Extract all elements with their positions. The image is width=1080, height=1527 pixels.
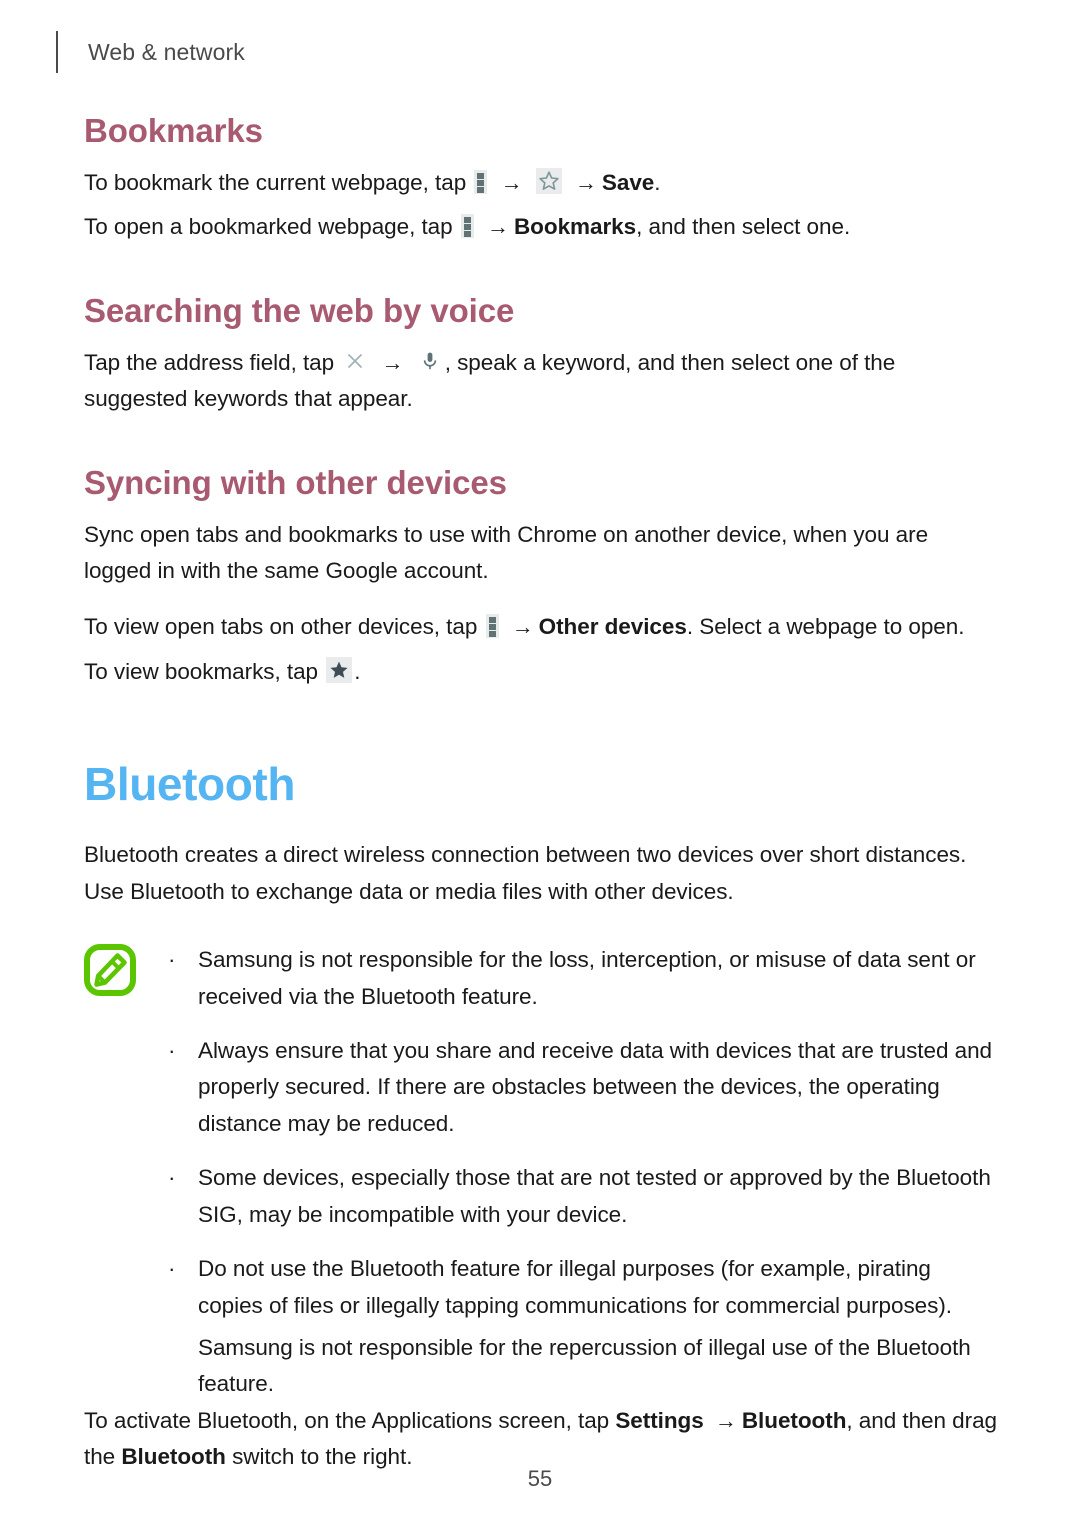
more-options-icon	[474, 169, 488, 194]
list-item-text: Samsung is not responsible for the loss,…	[198, 947, 976, 1009]
list-item-sub-paragraph: Samsung is not responsible for the reper…	[198, 1335, 971, 1397]
arrow-glyph: →	[487, 214, 509, 240]
more-options-icon	[460, 214, 474, 239]
heading-bluetooth: Bluetooth	[84, 758, 296, 811]
running-header: Web & network	[56, 30, 245, 74]
bullet-glyph: ·	[168, 1165, 176, 1191]
header-divider-rule	[56, 31, 58, 73]
bullet-glyph: ·	[168, 1256, 176, 1282]
more-options-icon	[485, 614, 499, 639]
heading-syncing-with-other-devices: Syncing with other devices	[84, 463, 507, 501]
syncing-line-3-pre: To view bookmarks, tap	[84, 658, 318, 684]
running-header-title: Web & network	[88, 38, 245, 65]
arrow-glyph: →	[500, 169, 523, 195]
arrow-glyph: →	[381, 349, 404, 375]
syncing-line-2-end: . Select a webpage to open.	[686, 614, 965, 640]
closing-text-pre: To activate Bluetooth, on the Applicatio…	[84, 1407, 610, 1433]
note-callout: · Samsung is not responsible for the los…	[84, 942, 1000, 1403]
bookmarks-line-1-text: To bookmark the current webpage, tap	[84, 169, 467, 195]
bookmarks-line-2-text: To open a bookmarked webpage, tap	[84, 214, 453, 240]
syncing-other-devices-label: Other devices	[538, 614, 687, 640]
list-item-text: Some devices, especially those that are …	[198, 1165, 991, 1227]
bookmarks-line-1-end: .	[654, 169, 661, 195]
bookmarks-menu-label: Bookmarks	[513, 214, 637, 240]
manual-page: Web & network Bookmarks To bookmark the …	[0, 0, 1080, 1527]
syncing-line-3-end: .	[354, 658, 361, 684]
microphone-icon	[417, 348, 443, 374]
syncing-line-3: To view bookmarks, tap .	[84, 654, 1000, 690]
bookmarks-line-2: To open a bookmarked webpage, tap → Bookm…	[84, 209, 1000, 245]
bluetooth-closing-paragraph: To activate Bluetooth, on the Applicatio…	[84, 1403, 1000, 1476]
close-icon	[342, 348, 368, 374]
list-item-text: Do not use the Bluetooth feature for ill…	[198, 1256, 952, 1318]
page-number: 55	[527, 1466, 553, 1491]
note-bullet-list: · Samsung is not responsible for the los…	[162, 942, 1000, 1403]
bookmarks-line-1: To bookmark the current webpage, tap → →…	[84, 165, 1000, 201]
syncing-line-2: To view open tabs on other devices, tap …	[84, 609, 1000, 645]
list-item: · Always ensure that you share and recei…	[162, 1033, 1000, 1142]
list-item: · Do not use the Bluetooth feature for i…	[162, 1251, 1000, 1403]
star-outline-icon	[535, 167, 562, 194]
arrow-glyph: →	[574, 169, 597, 195]
bluetooth-label: Bluetooth	[741, 1407, 847, 1433]
bookmarks-line-2-end: , and then select one.	[636, 214, 851, 240]
bookmarks-save-label: Save	[601, 169, 655, 195]
syncing-line-2-pre: To view open tabs on other devices, tap	[84, 614, 478, 640]
arrow-glyph: →	[511, 614, 534, 640]
bullet-glyph: ·	[168, 1037, 176, 1063]
voice-text-pre: Tap the address field, tap	[84, 349, 335, 375]
syncing-paragraph-1: Sync open tabs and bookmarks to use with…	[84, 521, 929, 583]
settings-label: Settings	[615, 1407, 704, 1433]
note-body: · Samsung is not responsible for the los…	[162, 942, 1000, 1403]
bullet-glyph: ·	[168, 947, 176, 973]
heading-searching-web-by-voice: Searching the web by voice	[84, 291, 515, 329]
list-item: · Samsung is not responsible for the los…	[162, 942, 1000, 1015]
bluetooth-intro-paragraph: Bluetooth creates a direct wireless conn…	[84, 842, 967, 904]
list-item-text: Always ensure that you share and receive…	[198, 1037, 993, 1136]
note-pencil-icon	[84, 944, 136, 997]
arrow-glyph: →	[714, 1407, 737, 1433]
page-content: Bookmarks To bookmark the current webpag…	[84, 112, 1000, 1484]
star-filled-icon	[326, 656, 353, 683]
voice-paragraph: Tap the address field, tap → , speak a k…	[84, 345, 1000, 418]
heading-bookmarks: Bookmarks	[84, 112, 263, 149]
list-item: · Some devices, especially those that ar…	[162, 1160, 1000, 1233]
